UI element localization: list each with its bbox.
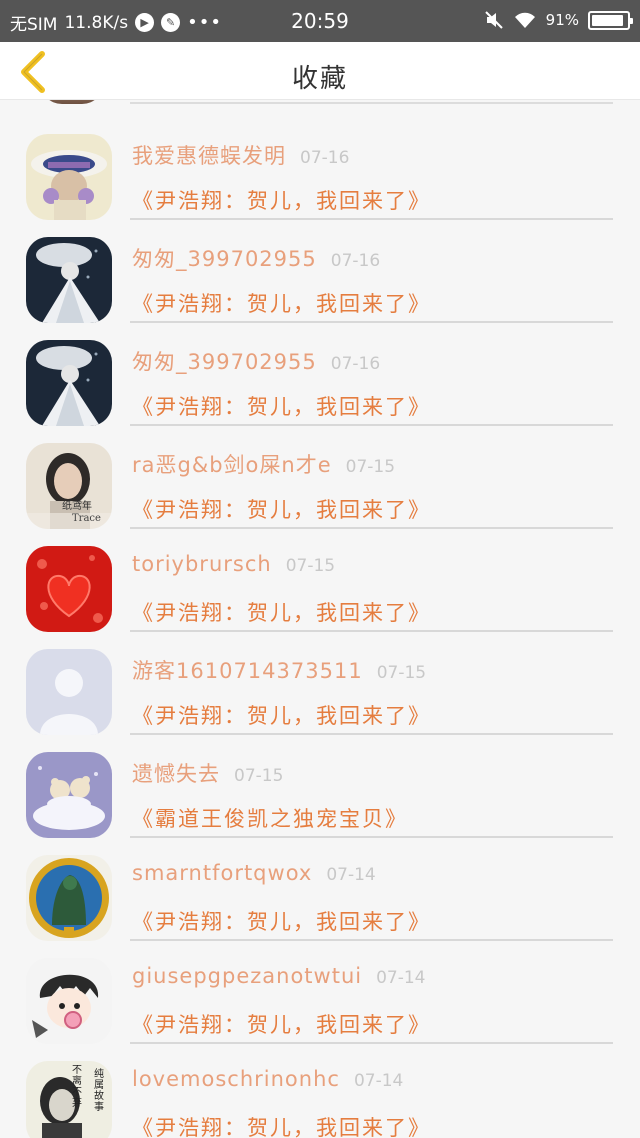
username[interactable]: 匆匆_399702955: [132, 350, 317, 374]
username[interactable]: giusepgpezanotwtui: [132, 964, 362, 988]
date: 07-16: [330, 354, 381, 374]
avatar-caption: Trace: [72, 513, 101, 524]
avatar[interactable]: [26, 649, 112, 735]
username[interactable]: 游客1610714373511: [132, 659, 363, 683]
avatar[interactable]: [26, 958, 112, 1044]
date: 07-14: [353, 1071, 404, 1091]
item-header: 我爱惠德蜈发明 07-16: [132, 140, 349, 170]
avatar[interactable]: [26, 134, 112, 220]
status-right: 91%: [484, 10, 633, 30]
list-item[interactable]: 不离不弃 纯属故事 lovemoschrinonhc 07-14 《尹浩翔：贺儿，我回来…: [0, 1041, 640, 1138]
avatar-caption: 纸鸢年: [62, 501, 92, 512]
date: 07-14: [376, 968, 426, 988]
book-title-link[interactable]: 《尹浩翔：贺儿，我回来了》: [132, 391, 431, 421]
item-header: 匆匆_399702955 07-16: [132, 346, 380, 376]
book-title-link[interactable]: 《尹浩翔：贺儿，我回来了》: [132, 700, 431, 730]
list-item[interactable]: 匆匆_399702955 07-16 《尹浩翔：贺儿，我回来了》: [0, 320, 640, 426]
username[interactable]: 匆匆_399702955: [132, 247, 317, 271]
avatar[interactable]: [26, 237, 112, 323]
list-item[interactable]: 游客1610714373511 07-15 《尹浩翔：贺儿，我回来了》: [0, 629, 640, 735]
book-title-link[interactable]: 《尹浩翔：贺儿，我回来了》: [132, 597, 431, 627]
list-item[interactable]: toriybrursch 07-15 《尹浩翔：贺儿，我回来了》: [0, 526, 640, 632]
list-item[interactable]: 我爱惠德蜈发明 07-16 《尹浩翔：贺儿，我回来了》: [0, 114, 640, 220]
avatar[interactable]: [26, 546, 112, 632]
book-title-link[interactable]: 《尹浩翔：贺儿，我回来了》: [132, 1009, 431, 1039]
list-item[interactable]: 纸鸢年 Trace ra恶g&b剑o屎n才e 07-15 《尹浩翔：贺儿，我回来了》: [0, 423, 640, 529]
list-item[interactable]: 匆匆_399702955 07-16 《尹浩翔：贺儿，我回来了》: [0, 217, 640, 323]
item-header: 游客1610714373511 07-15: [132, 655, 426, 685]
list-item[interactable]: smarntfortqwox 07-14 《尹浩翔：贺儿，我回来了》: [0, 835, 640, 941]
book-title-link[interactable]: 《尹浩翔：贺儿，我回来了》: [132, 185, 431, 215]
book-title-link[interactable]: 《尹浩翔：贺儿，我回来了》: [132, 1112, 431, 1138]
date: 07-16: [330, 251, 381, 271]
item-header: smarntfortqwox 07-14: [132, 861, 376, 885]
item-header: 匆匆_399702955 07-16: [132, 243, 380, 273]
date: 07-15: [345, 457, 396, 477]
username[interactable]: smarntfortqwox: [132, 861, 312, 885]
date: 07-15: [234, 766, 284, 786]
date: 07-14: [326, 865, 376, 885]
battery-percent: 91%: [545, 11, 579, 29]
username[interactable]: 我爱惠德蜈发明: [132, 144, 286, 168]
avatar[interactable]: 不离不弃 纯属故事: [26, 1061, 112, 1138]
wifi-icon: [514, 12, 535, 28]
username[interactable]: lovemoschrinonhc: [132, 1067, 340, 1091]
username[interactable]: 遗憾失去: [132, 762, 220, 786]
username[interactable]: ra恶g&b剑o屎n才e: [132, 453, 332, 477]
battery-fill: [592, 14, 623, 26]
date: 07-15: [285, 556, 336, 576]
avatar-caption: 不离不弃: [72, 1065, 82, 1109]
item-header: toriybrursch 07-15: [132, 552, 335, 576]
book-title-link[interactable]: 《尹浩翔：贺儿，我回来了》: [132, 288, 431, 318]
date: 07-15: [376, 663, 427, 683]
avatar[interactable]: [26, 752, 112, 838]
status-bar: 无SIM 11.8K/s ▶ ✎ ••• 20:59 91%: [0, 0, 640, 42]
list-item[interactable]: 遗憾失去 07-15 《霸道王俊凯之独宠宝贝》: [0, 732, 640, 838]
avatar[interactable]: [26, 340, 112, 426]
date: 07-16: [300, 148, 350, 168]
mute-icon: [484, 11, 503, 29]
item-header: 遗憾失去 07-15: [132, 758, 283, 788]
nav-bar: 收藏: [0, 42, 640, 100]
username[interactable]: toriybrursch: [132, 552, 272, 576]
avatar-partial: [40, 100, 104, 104]
avatar[interactable]: [26, 855, 112, 941]
item-header: giusepgpezanotwtui 07-14: [132, 964, 426, 988]
avatar-caption: 纯属故事: [94, 1069, 104, 1113]
book-title-link[interactable]: 《尹浩翔：贺儿，我回来了》: [132, 906, 431, 936]
book-title-link[interactable]: 《霸道王俊凯之独宠宝贝》: [132, 803, 408, 833]
item-header: ra恶g&b剑o屎n才e 07-15: [132, 449, 395, 479]
list-item[interactable]: giusepgpezanotwtui 07-14 《尹浩翔：贺儿，我回来了》: [0, 938, 640, 1044]
avatar[interactable]: 纸鸢年 Trace: [26, 443, 112, 529]
divider: [130, 102, 613, 104]
page-title: 收藏: [291, 64, 348, 94]
item-header: lovemoschrinonhc 07-14: [132, 1067, 403, 1091]
book-title-link[interactable]: 《尹浩翔：贺儿，我回来了》: [132, 494, 431, 524]
battery-icon: [588, 10, 633, 30]
favorites-list[interactable]: 我爱惠德蜈发明 07-16 《尹浩翔：贺儿，我回来了》 匆匆_399702955 07-…: [0, 100, 640, 1138]
